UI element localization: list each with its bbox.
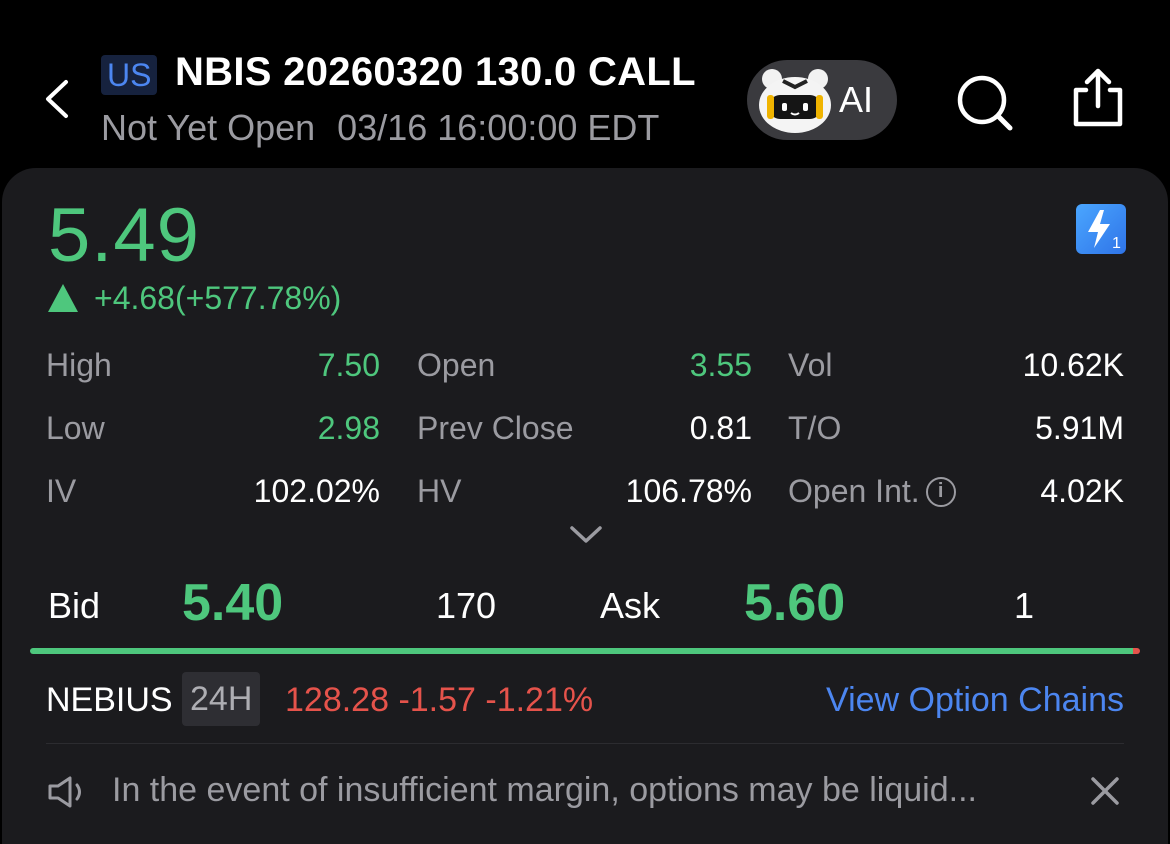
underlying-row: NEBIUS 24H 128.28 -1.57 -1.21% View Opti…: [2, 668, 1168, 732]
market-badge: US: [101, 55, 158, 95]
stat-iv-label: IV: [46, 473, 77, 509]
stat-vol-value: 10.62K: [1022, 347, 1124, 383]
info-icon[interactable]: i: [925, 476, 956, 507]
last-price: 5.49: [48, 193, 200, 278]
header: US NBIS 20260320 130.0 CALL Not Yet Open…: [0, 0, 1170, 168]
ask-depth-fill: [1133, 648, 1140, 654]
market-status-text: Not Yet Open: [101, 107, 316, 148]
stat-hv-label: HV: [417, 473, 462, 509]
stat-low-value: 2.98: [317, 410, 380, 446]
view-option-chains-link[interactable]: View Option Chains: [826, 678, 1124, 722]
market-status: Not Yet Open 03/16 16:00:00 EDT: [101, 105, 659, 151]
bid-price: 5.40: [182, 574, 284, 632]
bid-ask-row: Bid 5.40 170 Ask 5.60 1: [2, 566, 1168, 646]
ask-price: 5.60: [744, 574, 846, 632]
back-button[interactable]: [40, 76, 80, 122]
stat-prev-close-label: Prev Close: [417, 410, 574, 446]
page-title: NBIS 20260320 130.0 CALL: [175, 50, 696, 94]
quote-card: 5.49 +4.68(+577.78%) 1 High 7.50 Open 3.…: [2, 168, 1168, 844]
stat-open-value: 3.55: [689, 347, 752, 383]
bid-size: 170: [436, 585, 497, 626]
stat-hv-value: 106.78%: [625, 473, 752, 509]
stat-high-label: High: [46, 347, 112, 383]
stat-turnover-value: 5.91M: [1035, 410, 1124, 446]
close-icon: [1091, 777, 1119, 805]
stat-prev-close-value: 0.81: [689, 410, 752, 446]
share-icon: [1073, 68, 1123, 127]
session-badge: 24H: [182, 672, 261, 726]
ai-assistant-button[interactable]: AI: [747, 60, 897, 140]
close-notice-button[interactable]: [1088, 774, 1122, 808]
stat-open-int-label: Open Int. i: [788, 471, 956, 511]
divider: [46, 743, 1124, 744]
chevron-down-icon: [570, 526, 602, 543]
stat-vol-label: Vol: [788, 347, 833, 383]
notice-text: In the event of insufficient margin, opt…: [112, 771, 977, 809]
lightning-icon[interactable]: 1: [1076, 204, 1126, 254]
stat-open-int-value: 4.02K: [1040, 473, 1124, 509]
ask-size: 1: [1014, 585, 1035, 626]
expand-stats-button[interactable]: [568, 522, 604, 546]
stat-high-value: 7.50: [317, 347, 380, 383]
speaker-icon: [48, 776, 81, 808]
stat-turnover-label: T/O: [788, 410, 842, 446]
search-button[interactable]: [954, 72, 1016, 134]
ask-label: Ask: [600, 585, 661, 626]
underlying-quote: 128.28 -1.57 -1.21%: [285, 681, 594, 719]
bid-label: Bid: [48, 585, 101, 626]
up-arrow-icon: [48, 283, 78, 312]
quote-datetime: 03/16 16:00:00 EDT: [337, 107, 660, 148]
share-button[interactable]: [1068, 66, 1128, 130]
stat-open-int-text: Open Int.: [788, 473, 920, 509]
ai-button-label: AI: [839, 79, 874, 120]
underlying-name[interactable]: NEBIUS: [46, 678, 173, 722]
price-change-text: +4.68(+577.78%): [94, 280, 342, 316]
price-change: +4.68(+577.78%): [48, 276, 341, 320]
stat-iv-value: 102.02%: [253, 473, 380, 509]
stat-open-label: Open: [417, 347, 496, 383]
stat-low-label: Low: [46, 410, 105, 446]
notice-banner[interactable]: In the event of insufficient margin, opt…: [2, 758, 1168, 824]
lightning-badge-number: 1: [1112, 235, 1121, 252]
chevron-left-icon: [46, 80, 68, 118]
ai-mascot-icon: [759, 69, 831, 133]
bid-depth-fill: [30, 648, 1134, 654]
search-icon: [957, 75, 1013, 131]
bid-ask-depth-bar: [30, 648, 1140, 654]
lightning-glyph: 1: [1088, 210, 1121, 252]
